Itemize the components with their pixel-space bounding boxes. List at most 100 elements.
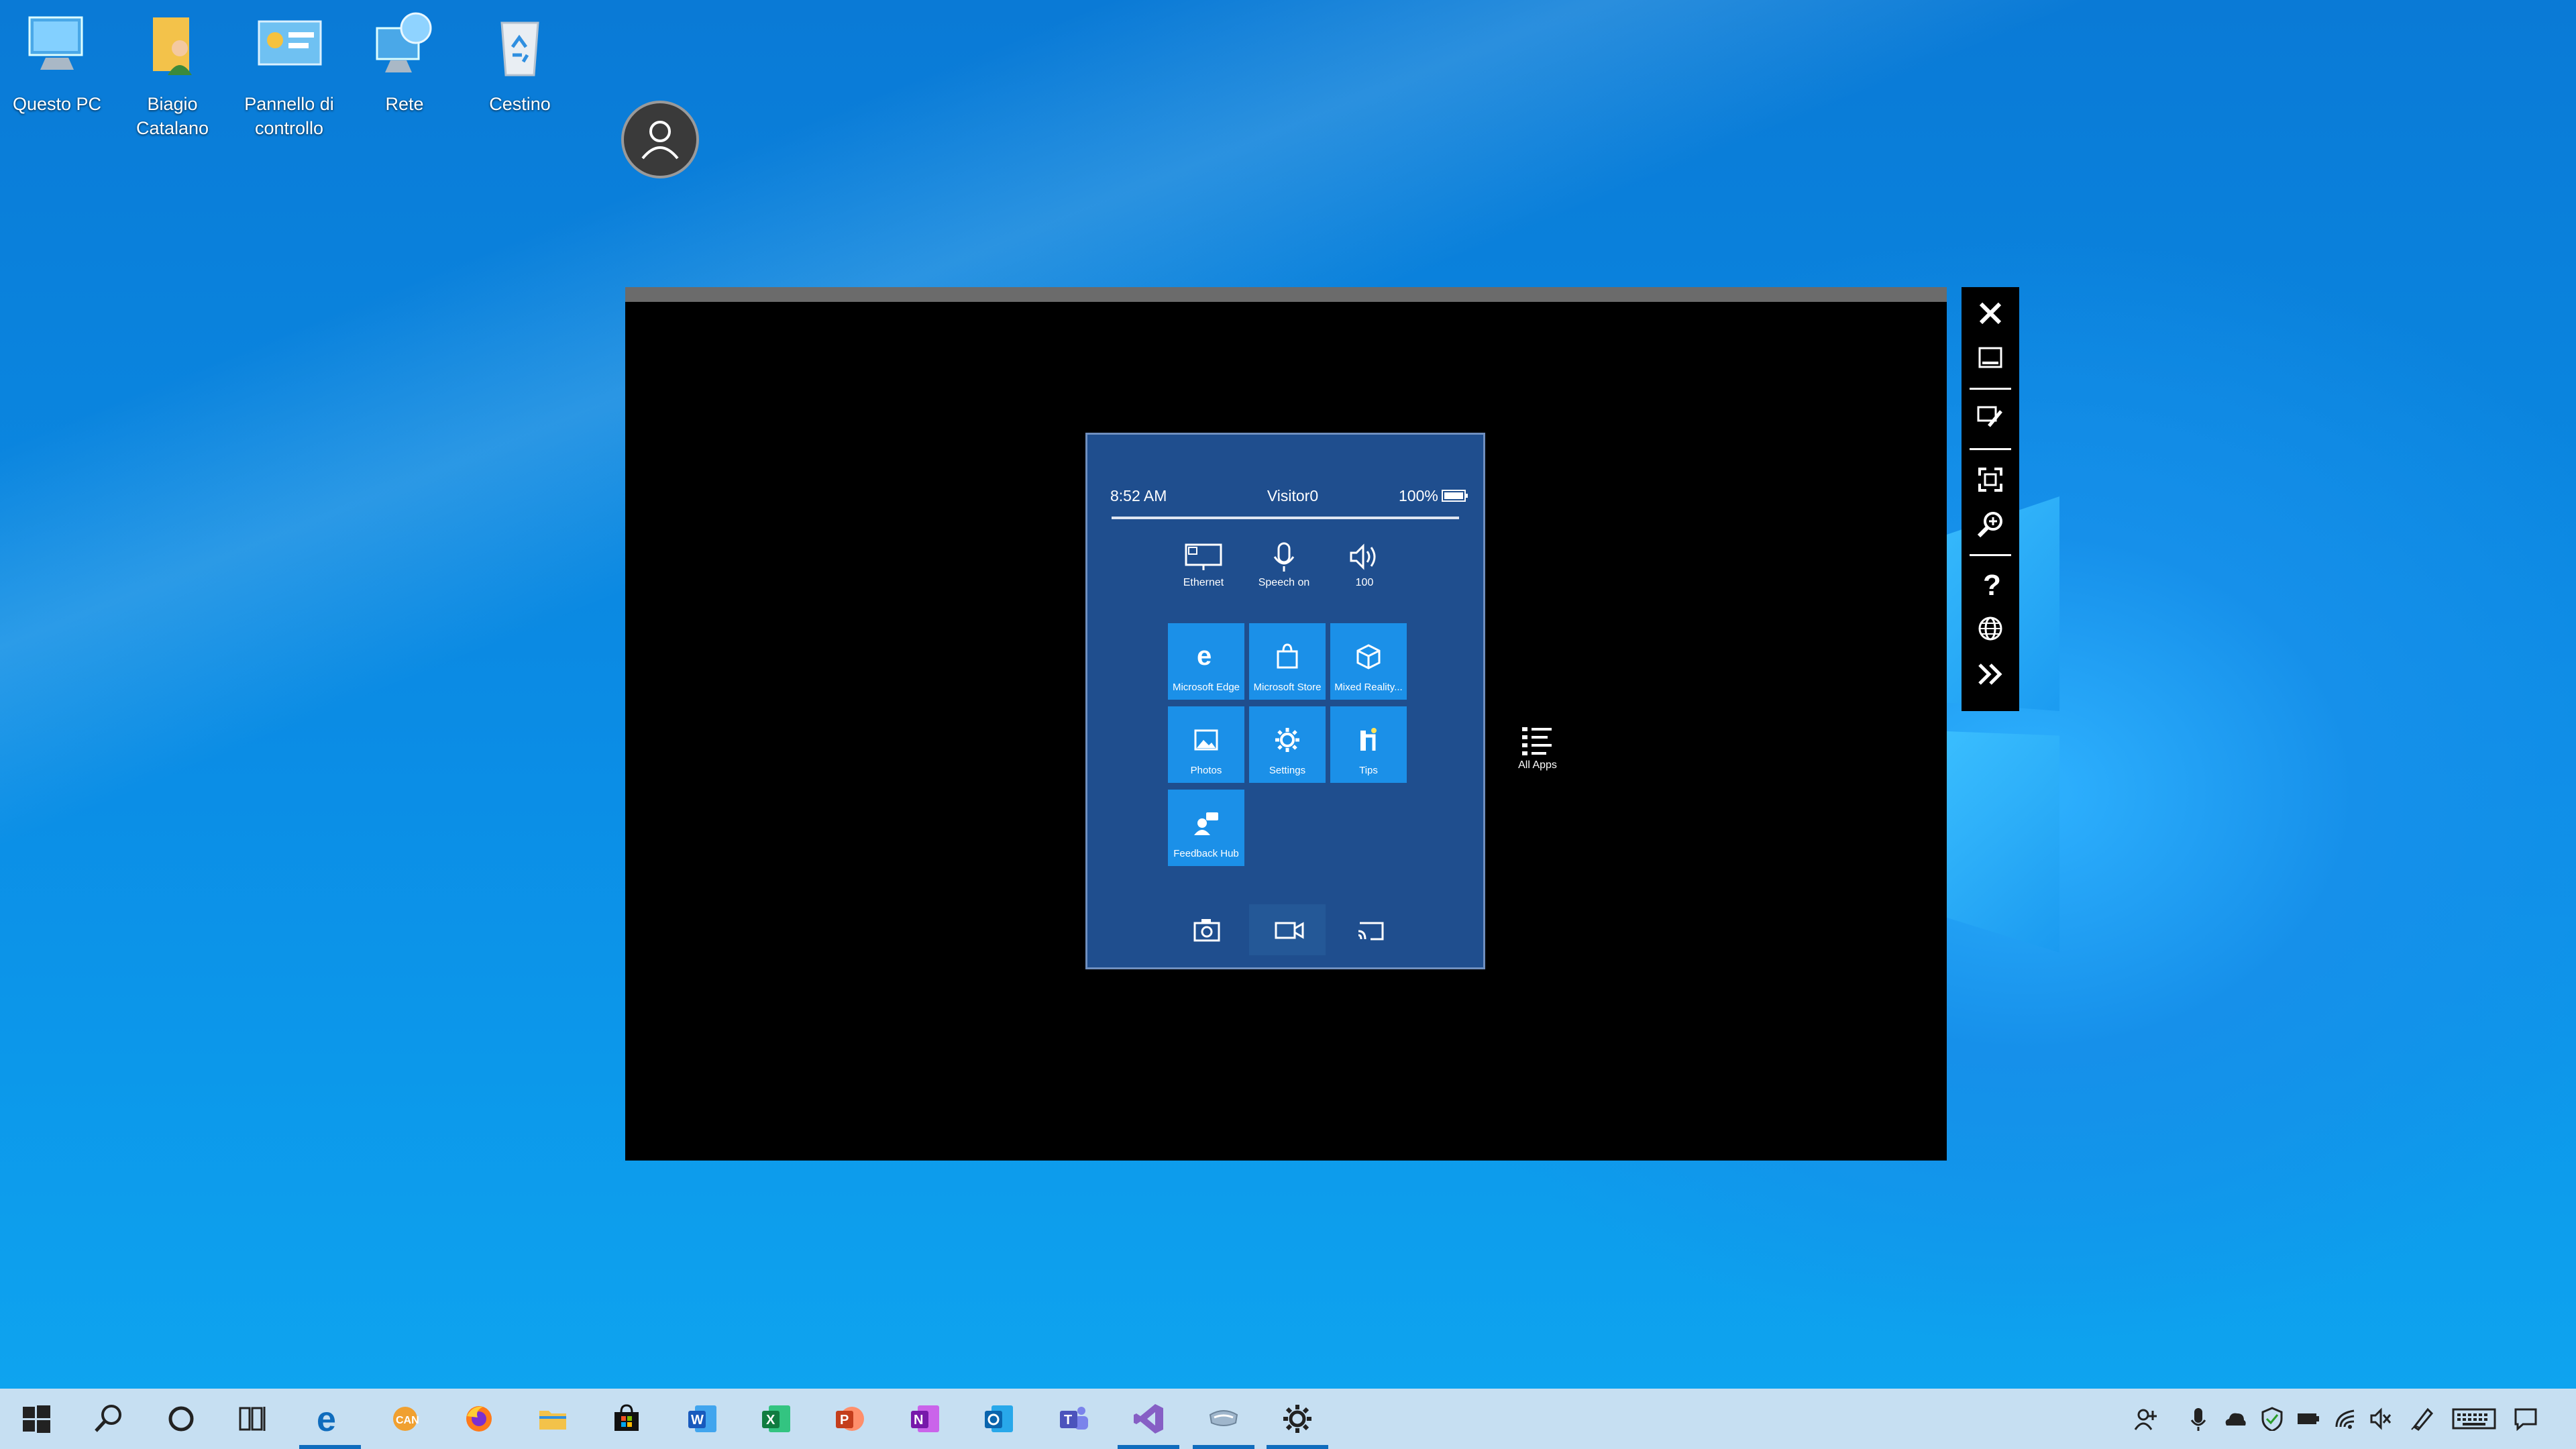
toolbar-separator bbox=[1970, 388, 2011, 390]
tile-feedback-hub[interactable]: Feedback Hub bbox=[1168, 790, 1244, 866]
person-icon bbox=[641, 121, 679, 160]
video-button[interactable] bbox=[1249, 904, 1326, 955]
minimize-button[interactable] bbox=[1970, 338, 2011, 377]
close-button[interactable] bbox=[1970, 294, 2011, 333]
expand-icon bbox=[1978, 663, 2002, 685]
onedrive-icon bbox=[2225, 1413, 2246, 1426]
emulator-title-bar[interactable] bbox=[625, 287, 1947, 302]
desktop-icon-this-pc[interactable]: Questo PC bbox=[0, 8, 114, 116]
tips-icon bbox=[1360, 728, 1377, 751]
taskbar-outlook[interactable] bbox=[963, 1389, 1033, 1449]
cortana-button[interactable] bbox=[146, 1389, 216, 1449]
taskbar-hololens-emulator[interactable] bbox=[1189, 1389, 1258, 1449]
tray-people[interactable] bbox=[2128, 1403, 2161, 1434]
taskbar-onenote[interactable]: N bbox=[890, 1389, 959, 1449]
tile-label: Settings bbox=[1269, 765, 1306, 776]
edge-icon: e bbox=[317, 1403, 336, 1435]
start-button[interactable] bbox=[1, 1389, 71, 1449]
tray-battery[interactable] bbox=[2292, 1403, 2325, 1434]
tray-defender[interactable] bbox=[2255, 1403, 2289, 1434]
tools-button[interactable] bbox=[1970, 397, 2011, 436]
tile-label: Microsoft Edge bbox=[1172, 682, 1240, 693]
taskbar-excel[interactable]: X bbox=[741, 1389, 810, 1449]
list-icon bbox=[1522, 727, 1552, 755]
tile-label: Tips bbox=[1359, 765, 1378, 776]
cast-button[interactable] bbox=[1330, 904, 1407, 955]
tile-tips[interactable]: Tips bbox=[1330, 706, 1407, 783]
taskbar-visual-studio[interactable] bbox=[1114, 1389, 1183, 1449]
quick-action-volume[interactable]: 100 bbox=[1328, 542, 1401, 589]
tile-label: Photos bbox=[1190, 765, 1222, 776]
tile-microsoft-edge[interactable]: e Microsoft Edge bbox=[1168, 623, 1244, 700]
firefox-icon bbox=[466, 1406, 492, 1432]
user-avatar[interactable] bbox=[621, 101, 699, 178]
all-apps-label: All Apps bbox=[1518, 759, 1557, 771]
computer-icon bbox=[28, 16, 83, 70]
tray-microphone[interactable] bbox=[2182, 1403, 2215, 1434]
photos-icon bbox=[1194, 729, 1218, 751]
help-button[interactable]: ? bbox=[1970, 565, 2011, 604]
camera-icon bbox=[1193, 919, 1220, 942]
file-explorer-icon bbox=[539, 1411, 566, 1430]
desktop-icon-control-panel[interactable]: Pannello di controllo bbox=[232, 8, 346, 140]
hololens-emulator-icon bbox=[1209, 1410, 1238, 1426]
tray-touch-keyboard[interactable] bbox=[2447, 1403, 2498, 1434]
quick-action-ethernet[interactable]: Ethernet bbox=[1167, 542, 1240, 589]
tile-microsoft-store[interactable]: Microsoft Store bbox=[1249, 623, 1326, 700]
tile-mixed-reality[interactable]: Mixed Reality... bbox=[1330, 623, 1407, 700]
task-view-icon bbox=[239, 1407, 266, 1431]
svg-text:P: P bbox=[840, 1413, 849, 1428]
desktop-icon-user-folder[interactable]: Biagio Catalano bbox=[115, 8, 229, 140]
svg-text:e: e bbox=[317, 1403, 336, 1435]
excel-icon: X bbox=[762, 1405, 790, 1432]
taskbar-teams[interactable]: T bbox=[1038, 1389, 1108, 1449]
taskbar-store[interactable] bbox=[592, 1389, 661, 1449]
cube-icon bbox=[1356, 644, 1381, 669]
tile-settings[interactable]: Settings bbox=[1249, 706, 1326, 783]
start-menu: 8:52 AM Visitor0 100% Ethernet Speech on bbox=[1085, 433, 1485, 969]
taskbar-powerpoint[interactable]: P bbox=[814, 1389, 884, 1449]
svg-text:?: ? bbox=[1983, 571, 2001, 598]
globe-icon bbox=[1978, 616, 2002, 641]
close-icon bbox=[1979, 302, 2002, 325]
start-icon bbox=[23, 1405, 50, 1433]
taskbar-word[interactable]: W bbox=[667, 1389, 737, 1449]
gear-icon bbox=[1275, 728, 1299, 752]
tray-notifications[interactable] bbox=[2509, 1403, 2542, 1434]
taskbar-firefox[interactable] bbox=[444, 1389, 514, 1449]
pen-icon bbox=[2411, 1407, 2434, 1431]
desktop-icon-network[interactable]: Rete bbox=[347, 8, 462, 116]
tray-onedrive[interactable] bbox=[2218, 1403, 2251, 1434]
battery-text: 100% bbox=[1399, 487, 1438, 504]
tray-pen[interactable] bbox=[2406, 1403, 2439, 1434]
tile-label: Mixed Reality... bbox=[1334, 682, 1403, 693]
svg-text:W: W bbox=[691, 1413, 704, 1428]
outlook-icon bbox=[985, 1405, 1013, 1432]
microphone-icon bbox=[2190, 1408, 2206, 1431]
globe-button[interactable] bbox=[1970, 609, 2011, 648]
expand-button[interactable] bbox=[1970, 655, 2011, 694]
tray-wifi[interactable] bbox=[2329, 1403, 2363, 1434]
taskbar-edge[interactable]: e bbox=[295, 1389, 365, 1449]
fit-screen-icon bbox=[1978, 468, 2002, 492]
zoom-button[interactable] bbox=[1970, 504, 2011, 543]
taskbar-edge-canary[interactable]: CAN bbox=[370, 1389, 440, 1449]
fit-screen-button[interactable] bbox=[1970, 460, 2011, 499]
camera-button[interactable] bbox=[1168, 904, 1244, 955]
help-icon: ? bbox=[1983, 571, 2001, 598]
desktop-icon-recycle-bin[interactable]: Cestino bbox=[463, 8, 577, 116]
hololens-emulator-window[interactable]: 8:52 AM Visitor0 100% Ethernet Speech on bbox=[625, 287, 1947, 1161]
search-button[interactable] bbox=[74, 1389, 144, 1449]
svg-text:N: N bbox=[914, 1413, 923, 1428]
visual-studio-icon bbox=[1134, 1404, 1163, 1434]
taskbar-settings[interactable] bbox=[1263, 1389, 1332, 1449]
quick-action-speech[interactable]: Speech on bbox=[1247, 542, 1321, 589]
notifications-icon bbox=[2514, 1408, 2537, 1431]
desktop-icon-label: Questo PC bbox=[12, 94, 102, 114]
taskbar-file-explorer[interactable] bbox=[518, 1389, 588, 1449]
task-view-button[interactable] bbox=[219, 1389, 288, 1449]
tile-photos[interactable]: Photos bbox=[1168, 706, 1244, 783]
all-apps-button[interactable]: All Apps bbox=[1504, 724, 1571, 771]
tray-volume[interactable] bbox=[2364, 1403, 2398, 1434]
feedback-icon bbox=[1194, 812, 1218, 835]
